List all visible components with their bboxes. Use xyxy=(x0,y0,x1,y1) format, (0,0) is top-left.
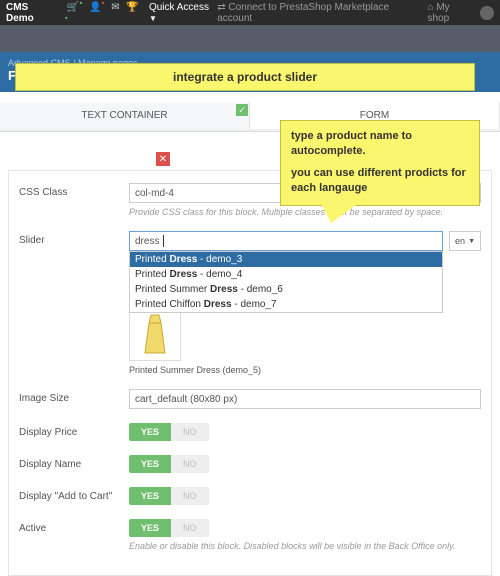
callout-tip-line2: you can use different prodicts for each … xyxy=(291,166,469,197)
callout-title: integrate a product slider xyxy=(15,63,475,91)
remove-slice-button[interactable]: ✕ xyxy=(156,152,170,166)
my-shop-link[interactable]: ⌂ My shop xyxy=(427,2,472,24)
slider-input[interactable] xyxy=(129,231,443,251)
label-display-cart: Display "Add to Cart" xyxy=(19,487,129,502)
menu-strip xyxy=(0,25,500,52)
row-active: Active YES NO Enable or disable this blo… xyxy=(19,519,481,551)
topbar-icons: 🛒• 👤• ✉ 🏆• xyxy=(65,0,141,28)
tab-text-container[interactable]: TEXT CONTAINER xyxy=(0,102,250,129)
label-image-size: Image Size xyxy=(19,389,129,404)
top-bar: CMS Demo 🛒• 👤• ✉ 🏆• Quick Access ▼ ⇄ Con… xyxy=(0,0,500,25)
avatar[interactable] xyxy=(480,6,494,20)
row-display-price: Display Price YES NO xyxy=(19,423,481,441)
label-slider: Slider xyxy=(19,231,129,246)
cart-icon[interactable]: 🛒• xyxy=(67,2,82,13)
user-icon[interactable]: 👤• xyxy=(89,2,104,13)
toggle-display-name[interactable]: YES NO xyxy=(129,455,209,473)
product-thumbnail xyxy=(129,309,181,361)
row-image-size: Image Size xyxy=(19,389,481,409)
image-size-select[interactable] xyxy=(129,389,481,409)
autocomplete-list: Printed Dress - demo_3 Printed Dress - d… xyxy=(129,251,443,313)
language-selector[interactable]: en▼ xyxy=(449,231,481,251)
quick-access-menu[interactable]: Quick Access ▼ xyxy=(149,2,217,24)
chevron-down-icon: ▼ xyxy=(468,238,475,245)
label-css-class: CSS Class xyxy=(19,183,129,198)
help-active: Enable or disable this block. Disabled b… xyxy=(129,541,481,551)
autocomplete-option[interactable]: Printed Dress - demo_4 xyxy=(130,267,442,282)
label-active: Active xyxy=(19,519,129,534)
tab-badge-icon[interactable]: ✓ xyxy=(236,104,248,116)
text-cursor xyxy=(163,235,164,247)
dress-icon xyxy=(137,313,173,357)
callout-tip-line1: type a product name to autocomplete. xyxy=(291,129,469,160)
label-display-name: Display Name xyxy=(19,455,129,470)
row-display-cart: Display "Add to Cart" YES NO xyxy=(19,487,481,505)
connect-link[interactable]: ⇄ Connect to PrestaShop Marketplace acco… xyxy=(217,2,419,24)
help-css-class: Provide CSS class for this block. Multip… xyxy=(129,207,481,217)
label-display-price: Display Price xyxy=(19,423,129,438)
autocomplete-option[interactable]: Printed Summer Dress - demo_6 xyxy=(130,282,442,297)
toggle-display-price[interactable]: YES NO xyxy=(129,423,209,441)
chevron-down-icon: ▼ xyxy=(149,14,157,23)
row-display-name: Display Name YES NO xyxy=(19,455,481,473)
mail-icon[interactable]: ✉ xyxy=(111,2,119,13)
toggle-active[interactable]: YES NO xyxy=(129,519,209,537)
autocomplete-option[interactable]: Printed Chiffon Dress - demo_7 xyxy=(130,297,442,312)
form-panel: CSS Class Provide CSS class for this blo… xyxy=(8,170,492,576)
brand-label: CMS Demo xyxy=(6,2,57,24)
toggle-display-cart[interactable]: YES NO xyxy=(129,487,209,505)
row-slider: Slider Printed Dress - demo_3 Printed Dr… xyxy=(19,231,481,375)
autocomplete-option[interactable]: Printed Dress - demo_3 xyxy=(130,252,442,267)
product-thumbnail-label: Printed Summer Dress (demo_5) xyxy=(129,365,481,375)
callout-tip: type a product name to autocomplete. you… xyxy=(280,120,480,206)
